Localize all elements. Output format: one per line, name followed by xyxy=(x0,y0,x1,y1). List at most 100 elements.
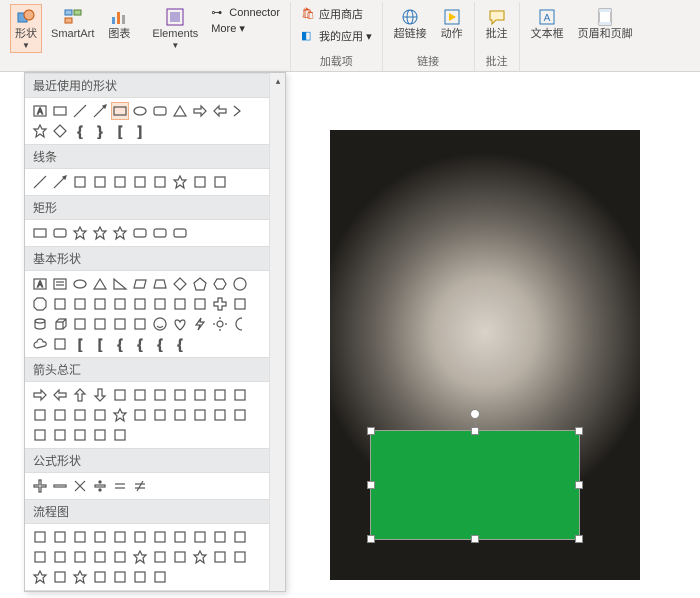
shape-tear[interactable] xyxy=(131,295,149,313)
shape-txtbox2[interactable] xyxy=(51,275,69,293)
shape-hex[interactable] xyxy=(211,275,229,293)
shape-disk[interactable] xyxy=(111,568,129,586)
shape-heart[interactable] xyxy=(171,315,189,333)
shape-dcall[interactable] xyxy=(211,406,229,424)
shape-line2[interactable] xyxy=(91,102,109,120)
shape-can[interactable] xyxy=(31,315,49,333)
elements-button[interactable]: Elements ▼ xyxy=(147,4,203,53)
shape-rbrack[interactable]: ] xyxy=(131,122,149,140)
shape-lbrace[interactable]: { xyxy=(71,122,89,140)
shape-notch[interactable] xyxy=(131,406,149,424)
shape-dec[interactable] xyxy=(71,528,89,546)
shape-snip1[interactable] xyxy=(71,224,89,242)
shape-hept[interactable] xyxy=(231,275,249,293)
shape-ucall[interactable] xyxy=(231,406,249,424)
shape-delay[interactable] xyxy=(51,568,69,586)
shape-moon[interactable] xyxy=(231,315,249,333)
shape-arrR[interactable] xyxy=(191,102,209,120)
chart-button[interactable]: 图表 xyxy=(103,4,135,53)
shape-qcall[interactable] xyxy=(51,426,69,444)
shape-predef[interactable] xyxy=(111,528,129,546)
shape-lbrace3[interactable]: { xyxy=(151,335,169,353)
shape-alt[interactable] xyxy=(51,528,69,546)
shape-snip2[interactable] xyxy=(91,224,109,242)
shape-rect[interactable] xyxy=(31,224,49,242)
shape-multi[interactable] xyxy=(171,528,189,546)
shape-off[interactable] xyxy=(71,548,89,566)
shape-mult[interactable] xyxy=(71,477,89,495)
shape-bup[interactable] xyxy=(31,406,49,424)
resize-handle[interactable] xyxy=(575,427,583,435)
shape-manin[interactable] xyxy=(31,548,49,566)
shape-half[interactable] xyxy=(171,295,189,313)
shape-rcall[interactable] xyxy=(191,406,209,424)
resize-handle[interactable] xyxy=(471,427,479,435)
selected-rectangle-shape[interactable] xyxy=(370,430,580,540)
shape-line2[interactable] xyxy=(51,173,69,191)
shape-man[interactable] xyxy=(231,528,249,546)
shape-fold[interactable] xyxy=(131,315,149,333)
shape-cur[interactable] xyxy=(51,406,69,424)
shape-rtri[interactable] xyxy=(111,275,129,293)
shape-elbow[interactable] xyxy=(71,173,89,191)
shape-minus2[interactable] xyxy=(111,426,129,444)
shape-chev2[interactable] xyxy=(171,406,189,424)
store-button[interactable]: 🛍应用商店 xyxy=(301,6,372,22)
shape-down[interactable] xyxy=(91,386,109,404)
shape-arc2[interactable] xyxy=(51,335,69,353)
shape-sum[interactable] xyxy=(131,548,149,566)
shape-up[interactable] xyxy=(71,386,89,404)
shape-lr[interactable] xyxy=(111,386,129,404)
shape-arrL[interactable] xyxy=(211,102,229,120)
shape-cud[interactable] xyxy=(91,406,109,424)
shape-line[interactable] xyxy=(71,102,89,120)
shape-or[interactable] xyxy=(151,548,169,566)
shape-lcall[interactable] xyxy=(31,426,49,444)
shape-curve[interactable] xyxy=(111,173,129,191)
hyperlink-button[interactable]: 超链接 xyxy=(389,4,432,43)
shape-no[interactable] xyxy=(111,315,129,333)
shape-proc[interactable] xyxy=(31,528,49,546)
shape-lbrace2[interactable]: { xyxy=(111,335,129,353)
shape-plaque[interactable] xyxy=(231,295,249,313)
shape-round2[interactable] xyxy=(151,224,169,242)
shape-oval[interactable] xyxy=(71,275,89,293)
shape-diam[interactable] xyxy=(51,122,69,140)
resize-handle[interactable] xyxy=(575,481,583,489)
shape-txtbox[interactable]: A xyxy=(31,275,49,293)
scroll-up-icon[interactable]: ▴ xyxy=(270,73,286,89)
scrollbar[interactable]: ▴ xyxy=(269,73,285,591)
shape-pie[interactable] xyxy=(211,173,229,191)
resize-handle[interactable] xyxy=(367,481,375,489)
shape-cross[interactable] xyxy=(211,295,229,313)
shape-seq[interactable] xyxy=(71,568,89,586)
shape-div[interactable] xyxy=(91,477,109,495)
shape-pie2[interactable] xyxy=(91,295,109,313)
shape-free[interactable] xyxy=(151,173,169,191)
shape-data[interactable] xyxy=(91,528,109,546)
shape-merge[interactable] xyxy=(231,548,249,566)
shape-sort[interactable] xyxy=(191,548,209,566)
rotate-handle[interactable] xyxy=(470,409,480,419)
shape-conn[interactable] xyxy=(51,548,69,566)
textbox-button[interactable]: A 文本框 xyxy=(526,4,569,43)
shape-ud[interactable] xyxy=(131,386,149,404)
resize-handle[interactable] xyxy=(367,427,375,435)
shape-trap[interactable] xyxy=(151,275,169,293)
shape-tri[interactable] xyxy=(171,102,189,120)
shape-lup[interactable] xyxy=(231,386,249,404)
shape-minus[interactable] xyxy=(51,477,69,495)
comment-button[interactable]: 批注 xyxy=(481,4,513,43)
more-button[interactable]: More ▾ xyxy=(211,22,280,35)
resize-handle[interactable] xyxy=(471,535,479,543)
shape-plus[interactable] xyxy=(31,477,49,495)
shape-cube[interactable] xyxy=(51,315,69,333)
shape-intern[interactable] xyxy=(131,528,149,546)
smartart-button[interactable]: SmartArt xyxy=(46,4,99,53)
shape-diam[interactable] xyxy=(171,275,189,293)
shape-pent2[interactable] xyxy=(151,406,169,424)
headerfooter-button[interactable]: 页眉和页脚 xyxy=(573,4,638,43)
shape-lbrack2[interactable]: [ xyxy=(71,335,89,353)
slide-canvas[interactable] xyxy=(300,90,700,598)
shape-cloud[interactable] xyxy=(31,335,49,353)
